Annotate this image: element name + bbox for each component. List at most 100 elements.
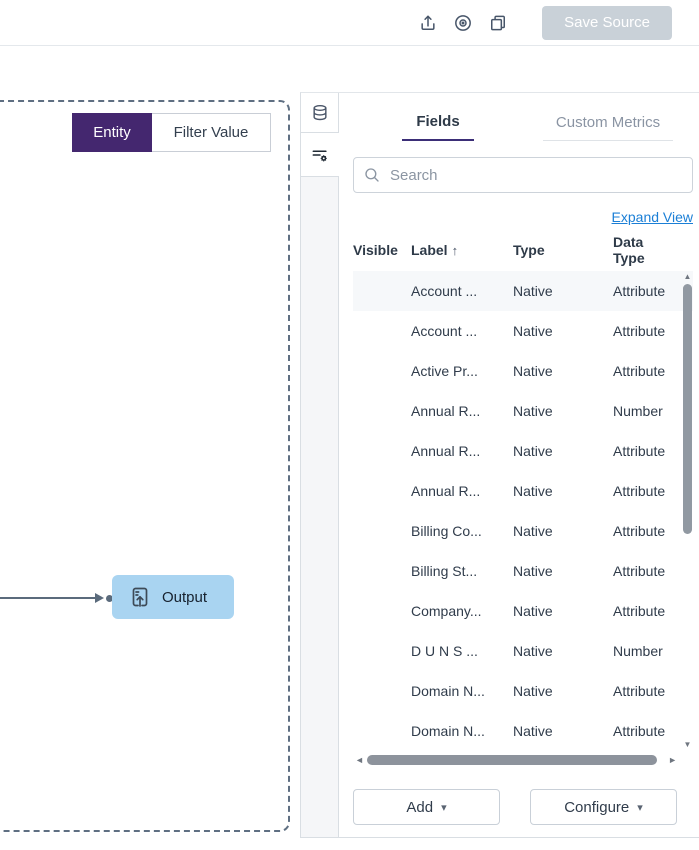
configure-button[interactable]: Configure ▾ xyxy=(530,789,677,825)
table-row[interactable]: Annual R... Native Attribute xyxy=(353,471,693,511)
upload-icon[interactable] xyxy=(417,12,439,34)
fields-table-body: Account ... Native Attribute Account ...… xyxy=(353,271,693,751)
sort-ascending-icon: ↑ xyxy=(452,243,459,258)
table-row[interactable]: Account ... Native Attribute xyxy=(353,311,693,351)
entity-canvas xyxy=(0,100,290,832)
field-type: Native xyxy=(513,683,613,699)
field-type: Native xyxy=(513,323,613,339)
field-type: Native xyxy=(513,403,613,419)
fields-panel: Fields Custom Metrics Expand View Visibl… xyxy=(300,92,699,838)
panel-content: Fields Custom Metrics Expand View Visibl… xyxy=(339,93,699,837)
entity-filter-segmented-control: Entity Filter Value xyxy=(72,113,271,152)
table-row[interactable]: Active Pr... Native Attribute xyxy=(353,351,693,391)
table-row[interactable]: Company... Native Attribute xyxy=(353,591,693,631)
caret-down-icon: ▾ xyxy=(637,801,643,814)
expand-view-row: Expand View xyxy=(353,205,693,229)
table-row[interactable]: Annual R... Native Number xyxy=(353,391,693,431)
search-box xyxy=(353,157,693,193)
field-label: Company... xyxy=(411,603,513,619)
field-type: Native xyxy=(513,443,613,459)
save-source-button[interactable]: Save Source xyxy=(542,6,672,40)
field-label: D U N S ... xyxy=(411,643,513,659)
field-label: Active Pr... xyxy=(411,363,513,379)
field-type: Native xyxy=(513,563,613,579)
output-node[interactable]: Output xyxy=(112,575,234,619)
field-type: Native xyxy=(513,483,613,499)
field-settings-icon xyxy=(310,145,330,165)
field-label: Annual R... xyxy=(411,403,513,419)
connector-line xyxy=(0,597,96,599)
field-label: Domain N... xyxy=(411,723,513,739)
strip-tab-datasource[interactable] xyxy=(301,93,339,133)
table-row[interactable]: D U N S ... Native Number xyxy=(353,631,693,671)
database-icon xyxy=(310,103,330,123)
output-node-label: Output xyxy=(162,589,207,606)
column-header-visible: Visible xyxy=(353,242,411,258)
tab-filter-value[interactable]: Filter Value xyxy=(152,114,270,151)
tab-entity[interactable]: Entity xyxy=(72,113,152,152)
add-button-label: Add xyxy=(406,799,433,816)
panel-footer: Add ▾ Configure ▾ xyxy=(353,789,693,825)
field-label: Domain N... xyxy=(411,683,513,699)
table-row[interactable]: Billing Co... Native Attribute xyxy=(353,511,693,551)
copy-icon[interactable] xyxy=(487,12,509,34)
horizontal-scrollbar-thumb[interactable] xyxy=(367,755,657,765)
field-label: Account ... xyxy=(411,323,513,339)
field-type: Native xyxy=(513,283,613,299)
add-button[interactable]: Add ▾ xyxy=(353,789,500,825)
table-row[interactable]: Domain N... Native Attribute xyxy=(353,671,693,711)
panel-tabs: Fields Custom Metrics xyxy=(353,105,693,141)
strip-filler xyxy=(301,177,339,837)
table-row[interactable]: Domain N... Native Attribute xyxy=(353,711,693,751)
field-data-type: Attribute xyxy=(613,363,677,379)
field-data-type: Attribute xyxy=(613,483,677,499)
tab-custom-metrics-underline xyxy=(543,140,673,141)
output-icon xyxy=(128,585,152,609)
field-data-type: Attribute xyxy=(613,683,677,699)
search-icon xyxy=(363,166,381,184)
scroll-right-icon[interactable]: ► xyxy=(668,754,677,766)
field-label: Annual R... xyxy=(411,483,513,499)
scroll-left-icon[interactable]: ◄ xyxy=(355,754,364,766)
column-header-label[interactable]: Label↑ xyxy=(411,242,513,258)
field-data-type: Number xyxy=(613,403,677,419)
table-row[interactable]: Billing St... Native Attribute xyxy=(353,551,693,591)
tab-fields-label: Fields xyxy=(416,113,459,139)
scroll-up-icon[interactable]: ▲ xyxy=(682,272,693,282)
vertical-scrollbar[interactable]: ▲ ▼ xyxy=(682,271,693,751)
column-header-type: Type xyxy=(513,242,613,258)
fields-table-header: Visible Label↑ Type Data Type xyxy=(353,229,693,271)
field-type: Native xyxy=(513,643,613,659)
tab-fields-underline xyxy=(402,139,474,141)
field-data-type: Attribute xyxy=(613,603,677,619)
field-type: Native xyxy=(513,603,613,619)
connector-arrowhead-icon xyxy=(95,593,104,603)
table-row[interactable]: Annual R... Native Attribute xyxy=(353,431,693,471)
field-label: Account ... xyxy=(411,283,513,299)
tab-fields[interactable]: Fields xyxy=(353,105,523,141)
field-data-type: Attribute xyxy=(613,323,677,339)
field-type: Native xyxy=(513,723,613,739)
field-label: Annual R... xyxy=(411,443,513,459)
strip-tab-field-settings[interactable] xyxy=(301,133,339,177)
scroll-down-icon[interactable]: ▼ xyxy=(682,740,693,750)
field-data-type: Number xyxy=(613,643,677,659)
field-data-type: Attribute xyxy=(613,523,677,539)
panel-icon-strip xyxy=(301,93,339,837)
field-data-type: Attribute xyxy=(613,443,677,459)
preview-eye-icon[interactable] xyxy=(452,12,474,34)
table-row[interactable]: Account ... Native Attribute xyxy=(353,271,693,311)
search-input[interactable] xyxy=(353,157,693,193)
field-data-type: Attribute xyxy=(613,563,677,579)
tab-custom-metrics-label: Custom Metrics xyxy=(556,114,660,140)
field-data-type: Attribute xyxy=(613,723,677,739)
field-type: Native xyxy=(513,523,613,539)
tab-custom-metrics[interactable]: Custom Metrics xyxy=(523,105,693,141)
expand-view-link[interactable]: Expand View xyxy=(612,209,693,225)
configure-button-label: Configure xyxy=(564,799,629,816)
field-data-type: Attribute xyxy=(613,283,677,299)
field-label: Billing St... xyxy=(411,563,513,579)
vertical-scrollbar-thumb[interactable] xyxy=(683,284,692,534)
horizontal-scrollbar[interactable]: ◄ ► xyxy=(353,753,693,767)
column-header-data-type: Data Type xyxy=(613,234,677,266)
